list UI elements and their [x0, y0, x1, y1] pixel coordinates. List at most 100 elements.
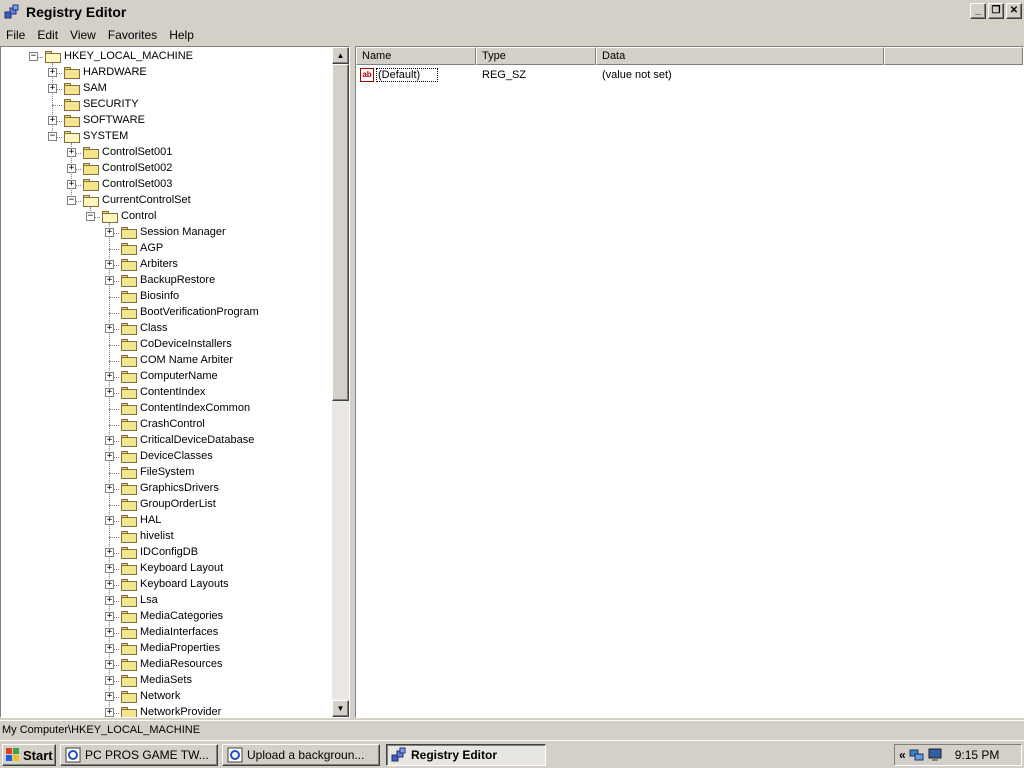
tree-node[interactable]: BootVerificationProgram — [1, 305, 331, 321]
expand-icon[interactable]: + — [105, 612, 114, 621]
tree-node[interactable]: AGP — [1, 241, 331, 257]
expand-icon[interactable]: + — [105, 452, 114, 461]
expand-icon[interactable]: + — [105, 660, 114, 669]
tree-node[interactable]: + Keyboard Layouts — [1, 577, 331, 593]
tree-node[interactable]: + Keyboard Layout — [1, 561, 331, 577]
tree-node[interactable]: + DeviceClasses — [1, 449, 331, 465]
tree-node[interactable]: + ControlSet001 — [1, 145, 331, 161]
monitor-icon[interactable] — [927, 747, 943, 763]
column-data[interactable]: Data — [596, 47, 884, 65]
value-name[interactable]: (Default) — [376, 68, 438, 82]
tree-node[interactable]: + Session Manager — [1, 225, 331, 241]
expand-icon[interactable]: + — [48, 116, 57, 125]
tree-node[interactable]: − Control — [1, 209, 331, 225]
registry-tree[interactable]: − HKEY_LOCAL_MACHINE + HARDWARE + SAM SECURITY… — [1, 47, 331, 717]
tree-node[interactable]: FileSystem — [1, 465, 331, 481]
tree-node[interactable]: + HARDWARE — [1, 65, 331, 81]
tree-node[interactable]: + GraphicsDrivers — [1, 481, 331, 497]
expand-icon[interactable]: + — [105, 260, 114, 269]
tree-node[interactable]: + SAM — [1, 81, 331, 97]
tree-pane[interactable]: − HKEY_LOCAL_MACHINE + HARDWARE + SAM SECURITY… — [0, 46, 350, 718]
expand-icon[interactable]: + — [105, 580, 114, 589]
tree-node[interactable]: + MediaSets — [1, 673, 331, 689]
collapse-icon[interactable]: − — [29, 52, 38, 61]
tree-node[interactable]: + Network — [1, 689, 331, 705]
expand-icon[interactable]: + — [105, 564, 114, 573]
collapse-icon[interactable]: − — [48, 132, 57, 141]
values-pane[interactable]: Name Type Data ab (Default) REG_SZ (valu… — [355, 46, 1024, 718]
tree-node[interactable]: CoDeviceInstallers — [1, 337, 331, 353]
tree-node[interactable]: Biosinfo — [1, 289, 331, 305]
restore-button[interactable]: ❐ — [988, 3, 1004, 19]
tree-node[interactable]: + SOFTWARE — [1, 113, 331, 129]
expand-icon[interactable]: + — [105, 644, 114, 653]
tree-node[interactable]: + ComputerName — [1, 369, 331, 385]
expand-icon[interactable]: + — [105, 708, 114, 717]
collapse-icon[interactable]: − — [67, 196, 76, 205]
column-name[interactable]: Name — [356, 47, 476, 65]
tree-node[interactable]: + MediaResources — [1, 657, 331, 673]
task-upload[interactable]: Upload a backgroun... — [222, 744, 380, 766]
tree-node[interactable]: ContentIndexCommon — [1, 401, 331, 417]
expand-icon[interactable]: + — [105, 628, 114, 637]
expand-icon[interactable]: + — [105, 692, 114, 701]
expand-icon[interactable]: + — [105, 276, 114, 285]
close-button[interactable]: ✕ — [1006, 3, 1022, 19]
menu-file[interactable]: File — [0, 28, 31, 42]
tree-node[interactable]: + BackupRestore — [1, 273, 331, 289]
tree-node[interactable]: + Lsa — [1, 593, 331, 609]
expand-icon[interactable]: + — [105, 324, 114, 333]
expand-icon[interactable]: + — [105, 596, 114, 605]
menu-view[interactable]: View — [64, 28, 102, 42]
tree-node[interactable]: − CurrentControlSet — [1, 193, 331, 209]
tree-node[interactable]: SECURITY — [1, 97, 331, 113]
tree-node[interactable]: + MediaInterfaces — [1, 625, 331, 641]
tree-node[interactable]: + Arbiters — [1, 257, 331, 273]
expand-icon[interactable]: + — [67, 164, 76, 173]
expand-icon[interactable]: + — [105, 484, 114, 493]
expand-icon[interactable]: + — [48, 68, 57, 77]
minimize-button[interactable]: _ — [970, 3, 986, 19]
tree-node[interactable]: hivelist — [1, 529, 331, 545]
tree-node[interactable]: + IDConfigDB — [1, 545, 331, 561]
expand-icon[interactable]: + — [105, 676, 114, 685]
menu-favorites[interactable]: Favorites — [102, 28, 163, 42]
tree-node[interactable]: + Class — [1, 321, 331, 337]
tree-node[interactable]: + NetworkProvider — [1, 705, 331, 717]
expand-icon[interactable]: + — [105, 372, 114, 381]
expand-icon[interactable]: + — [105, 228, 114, 237]
tree-node[interactable]: + MediaCategories — [1, 609, 331, 625]
expand-icon[interactable]: + — [105, 388, 114, 397]
scroll-up-icon[interactable]: ▲ — [332, 47, 349, 64]
tree-node[interactable]: COM Name Arbiter — [1, 353, 331, 369]
expand-icon[interactable]: + — [105, 436, 114, 445]
tree-node[interactable]: + ControlSet002 — [1, 161, 331, 177]
network-icon[interactable] — [909, 747, 925, 763]
menu-edit[interactable]: Edit — [31, 28, 64, 42]
task-pc-pros[interactable]: PC PROS GAME TW... — [60, 744, 218, 766]
tree-node[interactable]: CrashControl — [1, 417, 331, 433]
collapse-icon[interactable]: − — [86, 212, 95, 221]
tree-node[interactable]: GroupOrderList — [1, 497, 331, 513]
expand-icon[interactable]: + — [105, 516, 114, 525]
tree-node[interactable]: + CriticalDeviceDatabase — [1, 433, 331, 449]
scroll-down-icon[interactable]: ▼ — [332, 700, 349, 717]
tree-node[interactable]: + ContentIndex — [1, 385, 331, 401]
expand-icon[interactable]: + — [67, 180, 76, 189]
tree-node[interactable]: − HKEY_LOCAL_MACHINE — [1, 49, 331, 65]
scroll-thumb[interactable] — [332, 64, 349, 401]
column-type[interactable]: Type — [476, 47, 596, 65]
tree-scrollbar[interactable]: ▲ ▼ — [332, 47, 349, 717]
tree-node[interactable]: − SYSTEM — [1, 129, 331, 145]
tree-node[interactable]: + MediaProperties — [1, 641, 331, 657]
menu-help[interactable]: Help — [163, 28, 200, 42]
expand-icon[interactable]: + — [48, 84, 57, 93]
expand-icon[interactable]: + — [105, 548, 114, 557]
expand-icon[interactable]: + — [67, 148, 76, 157]
value-row[interactable]: ab (Default) REG_SZ (value not set) — [360, 67, 672, 83]
task-registry-editor[interactable]: Registry Editor — [386, 744, 546, 766]
tray-chevron-icon[interactable]: « — [899, 748, 906, 762]
clock[interactable]: 9:15 PM — [955, 748, 1000, 762]
start-button[interactable]: Start — [2, 744, 56, 766]
tree-node[interactable]: + HAL — [1, 513, 331, 529]
